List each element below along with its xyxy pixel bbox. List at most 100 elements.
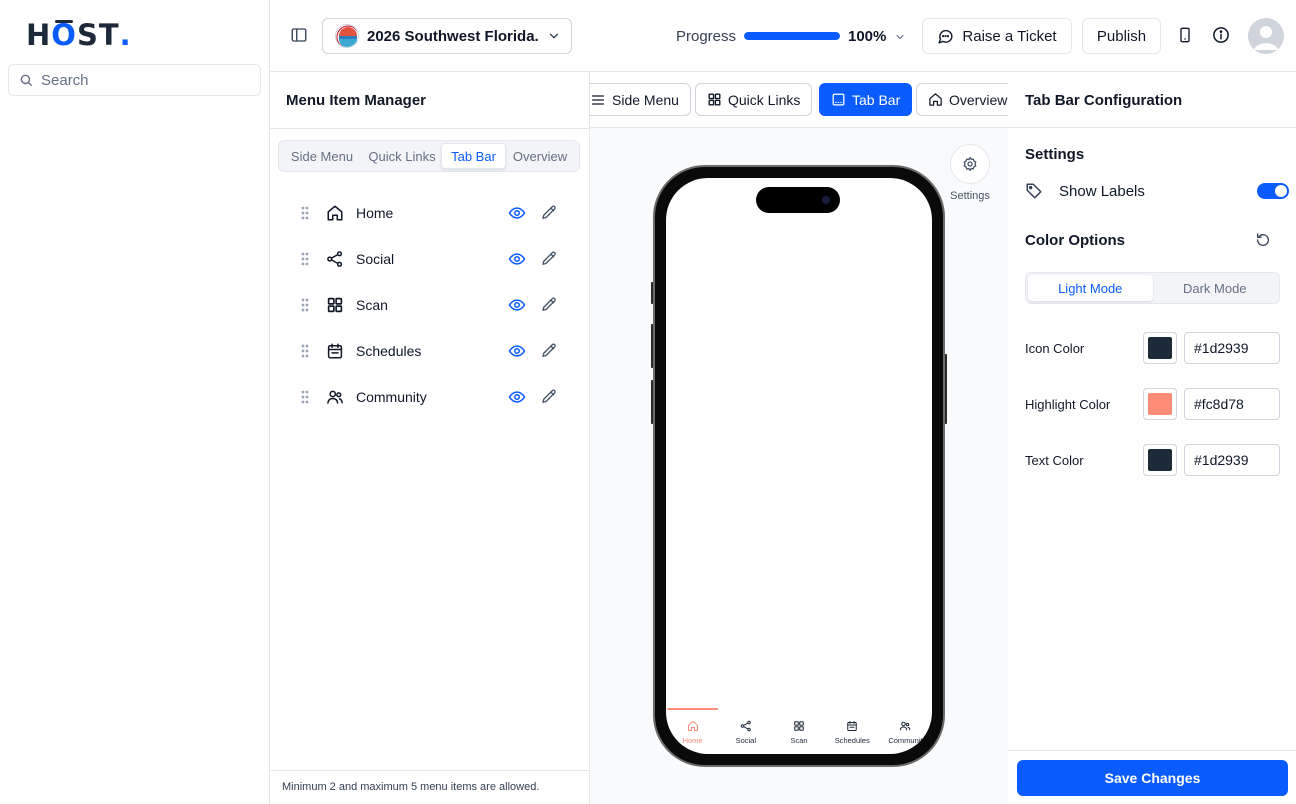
top-header: 2026 Southwest Florida... Progress 100% … [270,0,1296,72]
highlight-color-input[interactable]: #fc8d78 [1184,388,1280,420]
tab-dark-mode[interactable]: Dark Mode [1153,275,1278,301]
logo-dot: . [119,18,132,52]
progress-bar [744,32,840,40]
drag-handle-icon[interactable] [300,389,310,405]
text-color-swatch[interactable] [1143,444,1177,476]
panel-title: Tab Bar Configuration [1025,92,1183,109]
gear-icon [962,156,978,172]
highlight-color-swatch[interactable] [1143,388,1177,420]
home-icon [928,92,943,107]
icon-color-input[interactable]: #1d2939 [1184,332,1280,364]
sidebar-toggle-icon[interactable] [290,26,310,46]
home-icon [687,720,699,732]
eye-icon[interactable] [508,296,526,314]
menu-icon [590,92,606,108]
menu-item-schedules[interactable]: Schedules [300,337,560,365]
show-labels-toggle[interactable] [1257,183,1289,199]
pencil-icon[interactable] [540,296,558,314]
icon-color-row: Icon Color #1d2939 [1025,332,1280,364]
preview-tab-tab-bar[interactable]: Tab Bar [819,83,913,116]
event-selector[interactable]: 2026 Southwest Florida... [322,18,572,54]
grid-icon [326,296,344,314]
mobile-tab-label: Home [682,736,703,745]
drag-handle-icon[interactable] [300,297,310,313]
dynamic-island [756,187,840,213]
drag-handle-icon[interactable] [300,205,310,221]
phone-mockup: Home Social Scan Schedules Communit [653,165,945,767]
raise-ticket-button[interactable]: Raise a Ticket [922,18,1072,54]
menu-item-manager-panel: Menu Item Manager Side Menu Quick Links … [270,72,590,804]
logo-letters-st: ST [76,18,120,52]
tab-side-menu[interactable]: Side Menu [281,143,363,169]
preview-tab-label: Overview [949,91,1008,108]
search-icon [19,73,33,87]
tabbar-icon [831,92,846,107]
home-icon [326,204,344,222]
tab-overview[interactable]: Overview [506,143,574,169]
grid-icon [707,92,722,107]
menu-type-tabs: Side Menu Quick Links Tab Bar Overview [278,140,580,172]
info-icon[interactable] [1212,26,1230,44]
tab-tab-bar[interactable]: Tab Bar [441,143,506,169]
save-changes-button[interactable]: Save Changes [1017,760,1288,796]
publish-button[interactable]: Publish [1082,18,1161,54]
progress-value: 100% [848,28,887,45]
pencil-icon[interactable] [540,342,558,360]
show-labels-row: Show Labels [1025,180,1289,202]
eye-icon[interactable] [508,342,526,360]
preview-tab-side-menu[interactable]: Side Menu [590,83,691,116]
user-avatar[interactable] [1248,18,1284,54]
event-name: 2026 Southwest Florida... [367,27,539,45]
color-swatch-fill [1148,449,1172,471]
tab-light-mode[interactable]: Light Mode [1028,275,1153,301]
mobile-tab-scan[interactable]: Scan [772,708,825,754]
mobile-tab-home[interactable]: Home [666,708,719,754]
show-labels-label: Show Labels [1059,182,1145,200]
eye-icon[interactable] [508,250,526,268]
menu-item-home[interactable]: Home [300,199,560,227]
preview-tab-label: Side Menu [612,91,679,108]
color-swatch-fill [1148,337,1172,359]
preview-tab-overview[interactable]: Overview [916,83,1008,116]
mobile-tab-schedules[interactable]: Schedules [826,708,879,754]
search-box[interactable] [8,64,261,96]
tab-quick-links[interactable]: Quick Links [363,143,441,169]
mobile-preview-icon[interactable] [1177,26,1193,44]
mobile-tab-social[interactable]: Social [719,708,772,754]
users-icon [326,388,344,406]
text-color-input[interactable]: #1d2939 [1184,444,1280,476]
eye-icon[interactable] [508,204,526,222]
menu-item-scan[interactable]: Scan [300,291,560,319]
menu-item-label: Social [356,251,395,267]
preview-tab-quick-links[interactable]: Quick Links [695,83,813,116]
color-swatch-fill [1148,393,1172,415]
pencil-icon[interactable] [540,204,558,222]
menu-item-social[interactable]: Social [300,245,560,273]
preview-tab-strip: Side Menu Quick Links Tab Bar Overview [590,72,1008,128]
drag-handle-icon[interactable] [300,251,310,267]
pencil-icon[interactable] [540,388,558,406]
divider [270,128,589,129]
color-label: Text Color [1025,452,1084,468]
preview-settings-button[interactable] [950,144,990,184]
progress-chevron-down-icon[interactable] [894,31,906,43]
pencil-icon[interactable] [540,250,558,268]
search-input[interactable] [41,71,241,89]
progress-label: Progress [676,28,737,45]
mobile-tab-community[interactable]: Communit [879,708,932,754]
icon-color-swatch[interactable] [1143,332,1177,364]
toggle-knob [1275,185,1287,197]
eye-icon[interactable] [508,388,526,406]
drag-handle-icon[interactable] [300,343,310,359]
settings-heading: Settings [1025,146,1085,163]
settings-label: Settings [950,190,990,202]
color-options-heading: Color Options [1025,232,1125,249]
menu-item-community[interactable]: Community [300,383,560,411]
tag-icon [1025,182,1043,200]
color-mode-tabs: Light Mode Dark Mode [1025,272,1280,304]
reset-icon[interactable] [1255,232,1271,248]
camera-dot [822,196,830,204]
host-logo[interactable]: H O ST. [26,18,132,52]
panel-title: Menu Item Manager [286,92,427,109]
mobile-tab-label: Scan [790,736,808,745]
